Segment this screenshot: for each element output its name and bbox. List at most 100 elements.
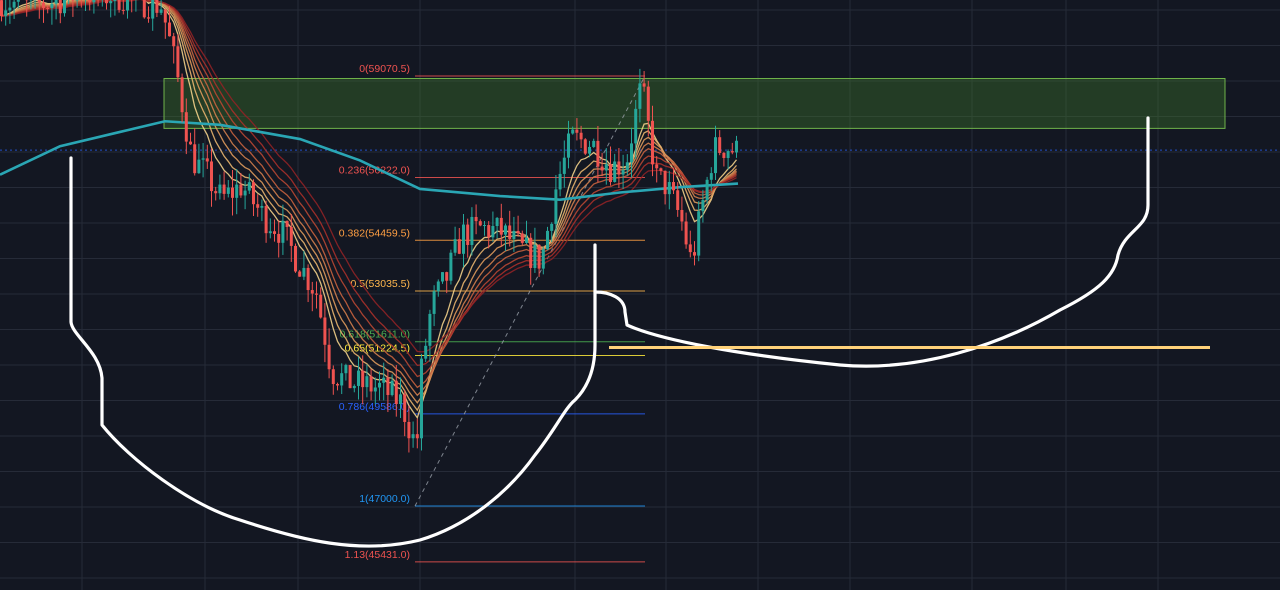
candle-body [562, 157, 566, 174]
candle-body [151, 0, 155, 19]
resistance-zone-box [163, 78, 1226, 129]
candle-body [705, 179, 709, 201]
candle-body [352, 385, 356, 389]
candle-body [613, 161, 617, 182]
candle-body [428, 313, 432, 346]
candle-body [491, 226, 495, 238]
candle-body [394, 380, 398, 405]
candle-body [651, 120, 654, 165]
candle-body [357, 370, 360, 386]
candle-body [617, 161, 621, 175]
candle-body [684, 221, 688, 245]
candle-body [184, 112, 188, 142]
candle-body [361, 370, 365, 388]
candle-body [516, 230, 520, 234]
candle-body [688, 244, 692, 253]
candle-body [243, 190, 247, 196]
candle-body [701, 200, 705, 212]
candle-body [537, 244, 541, 269]
candle-body [260, 205, 264, 208]
candle-body [495, 217, 499, 227]
candle-body [646, 86, 650, 121]
candle-body [390, 380, 394, 395]
candle-body [214, 191, 218, 194]
candle-body [0, 0, 3, 17]
candle-body [306, 267, 310, 291]
candle-body [344, 365, 348, 374]
price-chart[interactable]: 0(59070.5)0.236(56222.0)0.382(54459.5)0.… [0, 0, 1280, 590]
candle-body [92, 0, 96, 3]
candle-body [558, 173, 562, 190]
candle-body [226, 187, 230, 194]
candle-body [235, 184, 239, 198]
candle-body [600, 166, 604, 171]
candle-body [268, 231, 272, 234]
candle-body [567, 133, 570, 158]
candle-body [655, 164, 659, 169]
candle-body [302, 267, 306, 277]
candle-body [382, 377, 386, 383]
candle-body [369, 376, 373, 392]
candle-body [441, 272, 444, 282]
candle-body [365, 376, 369, 388]
candle-body [525, 237, 528, 243]
candle-body [726, 151, 730, 158]
candle-body [630, 143, 633, 163]
candle-body [50, 3, 54, 9]
candle-body [8, 7, 12, 11]
candle-body [142, 0, 146, 18]
candle-body [604, 164, 608, 171]
candle-body [277, 233, 281, 243]
candle-body [663, 170, 667, 195]
fib-level-label: 0(59070.5) [359, 63, 410, 75]
candle-body [470, 216, 474, 245]
candle-body [457, 239, 461, 254]
candle-body [197, 159, 201, 174]
candle-body [483, 225, 486, 227]
candle-body [218, 184, 222, 194]
candle-body [88, 0, 92, 3]
candle-body [386, 377, 390, 395]
candle-body [449, 252, 453, 281]
candle-body [222, 184, 226, 194]
candle-body [310, 290, 314, 294]
candle-body [12, 1, 16, 8]
candle-body [714, 137, 717, 174]
candle-body [596, 140, 600, 167]
candle-body [163, 9, 167, 23]
candle-body [533, 244, 537, 268]
candle-body [407, 421, 411, 439]
candle-body [378, 382, 381, 388]
candle-body [642, 83, 646, 87]
candle-body [667, 182, 671, 195]
candle-body [327, 344, 331, 370]
candle-body [63, 0, 66, 14]
candle-body [231, 187, 234, 198]
candle-body [546, 230, 549, 250]
candle-body [453, 239, 457, 253]
candle-body [193, 144, 197, 174]
candle-body [4, 10, 8, 17]
candle-body [554, 189, 558, 224]
candle-body [541, 249, 545, 269]
candle-body [336, 384, 339, 386]
candle-body [172, 36, 176, 47]
candle-body [445, 272, 449, 281]
candle-body [583, 139, 587, 154]
candle-body [54, 0, 58, 4]
candle-body [680, 209, 684, 222]
candle-body [730, 151, 734, 153]
candle-body [319, 294, 323, 318]
candle-body [331, 369, 335, 385]
candle-body [201, 158, 205, 160]
candle-body [466, 224, 470, 245]
candle-body [155, 0, 159, 13]
candle-body [113, 0, 117, 2]
candle-body [411, 434, 415, 439]
candle-body [697, 211, 701, 256]
candle-body [659, 168, 663, 171]
candle-body [247, 182, 251, 191]
candle-body [592, 140, 596, 147]
candle-body [323, 317, 327, 345]
candle-body [508, 225, 512, 239]
